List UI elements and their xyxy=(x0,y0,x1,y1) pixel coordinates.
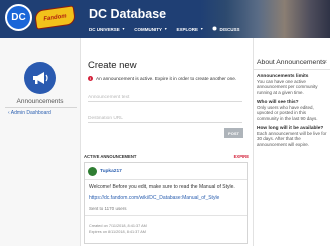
nav-discuss[interactable]: DISCUSS xyxy=(212,26,239,32)
left-rail: Announcements ‹ Admin Dashboard xyxy=(0,38,80,246)
announcement-text-input[interactable] xyxy=(88,93,242,102)
site-title[interactable]: DC Database xyxy=(89,7,166,21)
announcement-card: Tupka217 Welcome! Before you edit, make … xyxy=(84,162,248,244)
expire-button[interactable]: EXPIRE xyxy=(234,154,249,159)
sent-count: Sent to 1170 users xyxy=(89,206,127,211)
username-link[interactable]: Tupka217 xyxy=(100,169,122,174)
chevron-down-icon: ▼ xyxy=(121,27,126,31)
dc-logo[interactable]: DC xyxy=(5,4,32,31)
divider xyxy=(85,179,247,180)
nav-dc-universe[interactable]: DC UNIVERSE ▼ xyxy=(89,26,125,32)
panel-title: About Announcements xyxy=(257,59,326,66)
expires-date: Expires on 8/11/2018, 8:41:37 AM xyxy=(89,230,146,234)
nav-community[interactable]: COMMUNITY ▼ xyxy=(134,26,167,32)
chevron-down-icon: ▼ xyxy=(163,27,168,31)
wiki-logo[interactable]: Fandom xyxy=(33,5,77,30)
divider xyxy=(85,215,247,216)
discuss-icon xyxy=(212,26,217,32)
nav-label: DC UNIVERSE xyxy=(89,26,120,32)
faq-answer: You can have one active announcement per… xyxy=(257,79,318,95)
faq-item: How long will it be available? Each anno… xyxy=(257,126,329,147)
page-title: Create new xyxy=(88,60,137,71)
header-banner-art xyxy=(200,0,330,38)
announcement-url-link[interactable]: https://dc.fandom.com/wiki/DC_Database:M… xyxy=(89,195,219,201)
faq-item: Who will see this? Only users who have e… xyxy=(257,100,329,121)
chevron-left-icon: ‹ xyxy=(8,110,10,116)
nav-label: DISCUSS xyxy=(219,26,240,32)
divider xyxy=(5,107,77,108)
admin-dashboard-label: Admin Dashboard xyxy=(10,110,51,116)
announcement-message: Welcome! Before you edit, make sure to r… xyxy=(89,184,235,190)
divider xyxy=(254,69,330,70)
top-header: DC Fandom DC Database DC UNIVERSE ▼ COMM… xyxy=(0,0,330,38)
alert-icon: ! xyxy=(88,76,93,81)
close-icon[interactable]: × xyxy=(323,59,327,66)
warning-text: An announcement is active. Expire it in … xyxy=(96,76,237,81)
nav-label: COMMUNITY xyxy=(134,26,162,32)
megaphone-icon xyxy=(24,62,56,94)
faq-answer: Only users who have edited, upvoted or p… xyxy=(257,105,318,121)
faq-item: Announcements limits You can have one ac… xyxy=(257,74,329,95)
active-warning: ! An announcement is active. Expire it i… xyxy=(88,76,236,81)
about-panel: About Announcements × Announcements limi… xyxy=(254,38,330,246)
active-announcement-header: ACTIVE ANNOUNCEMENT EXPIRE xyxy=(84,153,249,161)
avatar[interactable] xyxy=(88,167,97,176)
main-content: Create new ! An announcement is active. … xyxy=(80,38,254,246)
section-label: ACTIVE ANNOUNCEMENT xyxy=(84,154,137,159)
chevron-down-icon: ▼ xyxy=(199,27,204,31)
created-date: Created on 7/11/2018, 8:41:37 AM xyxy=(89,224,147,228)
top-nav: DC UNIVERSE ▼ COMMUNITY ▼ EXPLORE ▼ DISC… xyxy=(89,26,239,32)
post-button[interactable]: POST xyxy=(224,128,243,138)
destination-url-input[interactable] xyxy=(88,114,242,123)
nav-explore[interactable]: EXPLORE ▼ xyxy=(176,26,203,32)
faq-answer: Each announcement will be live for 30 da… xyxy=(257,131,327,147)
nav-label: EXPLORE xyxy=(176,26,198,32)
admin-dashboard-link[interactable]: ‹ Admin Dashboard xyxy=(8,110,51,116)
rail-title: Announcements xyxy=(16,98,64,105)
